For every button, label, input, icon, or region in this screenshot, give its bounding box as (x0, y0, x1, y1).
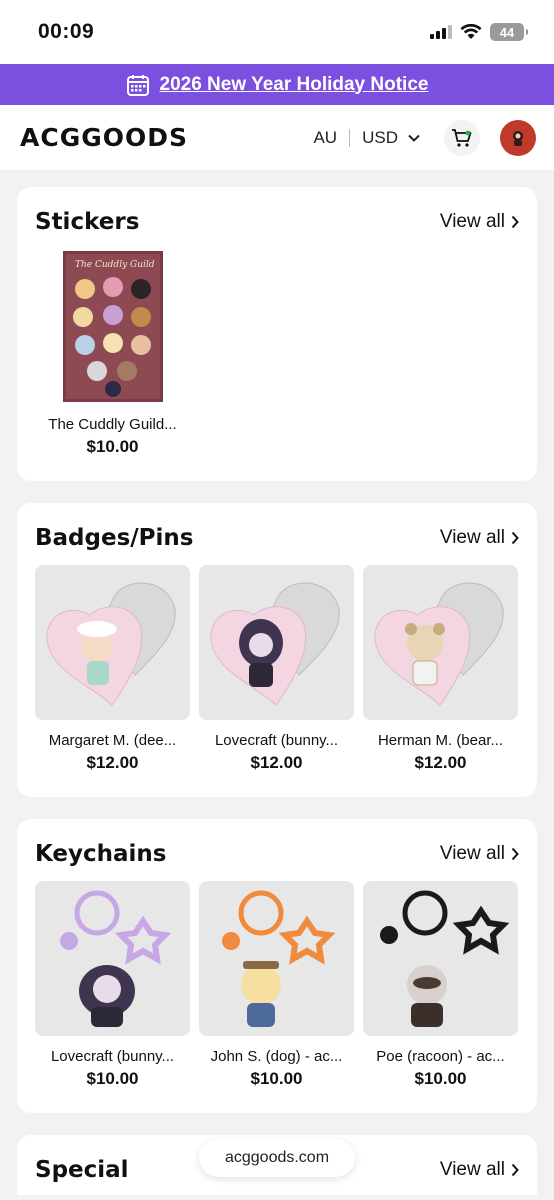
section-header: Badges/Pins View all (35, 525, 519, 551)
site-header: ACGGOODS AU USD (0, 105, 554, 171)
holiday-notice-bar[interactable]: 2026 New Year Holiday Notice (0, 64, 554, 105)
product-name[interactable]: Herman M. (bear... (363, 732, 518, 749)
view-all-special-link[interactable]: View all (440, 1159, 519, 1181)
product-name[interactable]: Margaret M. (dee... (35, 732, 190, 749)
view-all-label: View all (439, 527, 505, 548)
browser-url-bar[interactable]: acggoods.com (198, 1139, 356, 1177)
product-card[interactable]: Herman M. (bear... $12.00 (363, 565, 518, 773)
product-card[interactable]: Margaret M. (dee... $12.00 (35, 565, 190, 773)
product-price: $10.00 (414, 1069, 467, 1088)
status-icons: 44 (430, 23, 528, 41)
section-stickers: Stickers View all The Cuddly Guild The C… (17, 187, 537, 481)
wifi-icon (460, 24, 482, 39)
product-price: $10.00 (86, 1069, 139, 1088)
view-all-label: View all (439, 211, 505, 232)
region-divider (349, 128, 351, 147)
product-image[interactable] (199, 565, 354, 720)
section-title: Keychains (35, 841, 167, 867)
battery-level: 44 (499, 24, 515, 40)
chevron-right-icon (511, 1163, 519, 1177)
site-logo[interactable]: ACGGOODS (20, 123, 188, 152)
user-avatar[interactable] (500, 119, 536, 156)
product-list: Margaret M. (dee... $12.00 Lovecraft (bu… (35, 565, 519, 773)
chevron-right-icon (511, 847, 519, 861)
section-title: Badges/Pins (35, 525, 194, 551)
section-badges-pins: Badges/Pins View all Margaret M. (dee...… (17, 503, 537, 797)
battery-icon: 44 (490, 23, 528, 41)
section-header: Keychains View all (35, 841, 519, 867)
product-list: Lovecraft (bunny... $10.00 John S. (dog)… (35, 881, 519, 1089)
currency-selector[interactable]: USD (362, 128, 420, 148)
product-image[interactable] (363, 881, 518, 1036)
product-price: $10.00 (86, 437, 139, 456)
calendar-icon (126, 74, 149, 96)
sticker-sheet-title: The Cuddly Guild (75, 260, 155, 270)
section-title: Special (35, 1157, 129, 1183)
product-name[interactable]: Poe (racoon) - ac... (363, 1048, 518, 1065)
view-all-stickers-link[interactable]: View all (440, 211, 519, 233)
view-all-badges-link[interactable]: View all (440, 527, 519, 549)
section-keychains: Keychains View all Lovecraft (bunny... $… (17, 819, 537, 1113)
product-image[interactable]: The Cuddly Guild (35, 249, 190, 404)
cart-button[interactable] (444, 119, 480, 156)
product-image[interactable] (35, 565, 190, 720)
header-actions: AU USD (313, 119, 536, 156)
product-price: $10.00 (250, 1069, 303, 1088)
product-name[interactable]: Lovecraft (bunny... (199, 732, 354, 749)
cart-icon (452, 128, 472, 147)
status-time: 00:09 (38, 20, 95, 43)
product-name[interactable]: Lovecraft (bunny... (35, 1048, 190, 1065)
product-card[interactable]: Lovecraft (bunny... $10.00 (35, 881, 190, 1089)
holiday-notice-link[interactable]: 2026 New Year Holiday Notice (160, 74, 429, 96)
currency-label: USD (362, 127, 398, 147)
product-name[interactable]: The Cuddly Guild... (35, 416, 190, 433)
product-image[interactable] (35, 881, 190, 1036)
section-header: Stickers View all (35, 209, 519, 235)
chevron-down-icon (408, 134, 420, 142)
region-selector[interactable]: AU (313, 128, 337, 148)
view-all-label: View all (439, 1159, 505, 1180)
product-card[interactable]: The Cuddly Guild The Cuddly Guild... $10… (35, 249, 190, 457)
product-name[interactable]: John S. (dog) - ac... (199, 1048, 354, 1065)
product-price: $12.00 (414, 753, 467, 772)
signal-icon (430, 25, 452, 39)
product-card[interactable]: Poe (racoon) - ac... $10.00 (363, 881, 518, 1089)
product-price: $12.00 (250, 753, 303, 772)
view-all-keychains-link[interactable]: View all (440, 843, 519, 865)
product-card[interactable]: Lovecraft (bunny... $12.00 (199, 565, 354, 773)
product-list: The Cuddly Guild The Cuddly Guild... $10… (35, 249, 519, 457)
section-title: Stickers (35, 209, 140, 235)
product-image[interactable] (199, 881, 354, 1036)
product-image[interactable] (363, 565, 518, 720)
main-content: Stickers View all The Cuddly Guild The C… (0, 171, 554, 1195)
product-price: $12.00 (86, 753, 139, 772)
product-card[interactable]: John S. (dog) - ac... $10.00 (199, 881, 354, 1089)
avatar-character-icon (513, 130, 523, 146)
chevron-right-icon (511, 215, 519, 229)
status-bar: 00:09 44 (0, 0, 554, 64)
view-all-label: View all (439, 843, 505, 864)
chevron-right-icon (511, 531, 519, 545)
